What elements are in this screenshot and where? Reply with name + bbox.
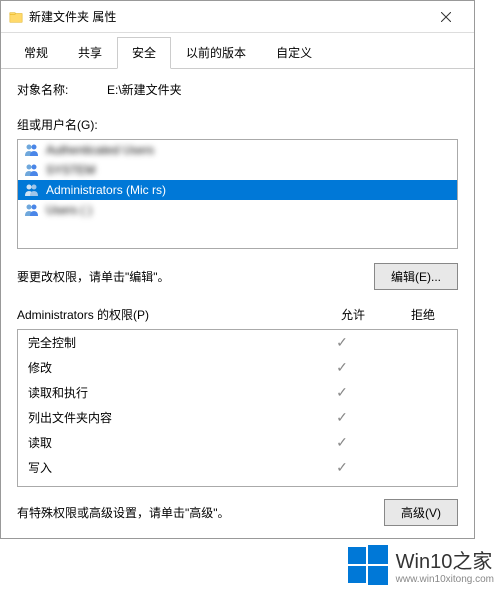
allow-check-icon: ✓ [307,359,377,376]
deny-column-header: 拒绝 [388,306,458,323]
permission-name: 读取 [28,434,307,451]
groups-listbox[interactable]: Authenticated Users SYSTEM Administrator… [17,139,458,249]
tab-security[interactable]: 安全 [117,37,171,69]
permission-row: 读取 ✓ [18,430,457,455]
advanced-hint: 有特殊权限或高级设置，请单击"高级"。 [17,504,230,521]
object-name-label: 对象名称: [17,81,107,98]
permission-row: 修改 ✓ [18,355,457,380]
window-title: 新建文件夹 属性 [29,8,426,25]
allow-check-icon: ✓ [307,384,377,401]
permissions-listbox[interactable]: 完全控制 ✓ 修改 ✓ 读取和执行 ✓ 列出文件夹内容 ✓ 读取 ✓ [17,329,458,487]
advanced-row: 有特殊权限或高级设置，请单击"高级"。 高级(V) [17,499,458,526]
tab-sharing[interactable]: 共享 [63,37,117,68]
allow-check-icon: ✓ [307,409,377,426]
object-name-value: E:\新建文件夹 [107,81,458,98]
permission-row: 完全控制 ✓ [18,330,457,355]
list-item[interactable]: Authenticated Users [18,140,457,160]
permission-row: 读取和执行 ✓ [18,380,457,405]
list-item-text: Users ( ) [46,203,92,217]
properties-dialog: 新建文件夹 属性 常规 共享 安全 以前的版本 自定义 对象名称: E:\新建文… [0,0,475,539]
list-item-text: Administrators (Mic rs) [46,183,166,197]
permission-name: 完全控制 [28,334,307,351]
titlebar: 新建文件夹 属性 [1,1,474,33]
permission-name: 读取和执行 [28,384,307,401]
permissions-header: Administrators 的权限(P) 允许 拒绝 [17,306,458,323]
windows-logo-icon [346,543,390,587]
list-item-text: SYSTEM [46,163,95,177]
permission-row: 列出文件夹内容 ✓ [18,405,457,430]
permission-row: 写入 ✓ [18,455,457,480]
watermark-url: www.win10xitong.com [396,574,494,585]
groups-label: 组或用户名(G): [17,116,458,133]
tab-content: 对象名称: E:\新建文件夹 组或用户名(G): Authenticated U… [1,69,474,538]
watermark-text: Win10之家 www.win10xitong.com [396,545,494,585]
users-icon [24,183,40,197]
tab-previous-versions[interactable]: 以前的版本 [171,37,261,68]
edit-hint: 要更改权限，请单击"编辑"。 [17,268,170,285]
watermark: Win10之家 www.win10xitong.com [346,543,494,587]
tab-strip: 常规 共享 安全 以前的版本 自定义 [1,33,474,69]
allow-column-header: 允许 [318,306,388,323]
tab-general[interactable]: 常规 [9,37,63,68]
list-item-text: Authenticated Users [46,143,154,157]
edit-button[interactable]: 编辑(E)... [374,263,458,290]
advanced-button[interactable]: 高级(V) [384,499,458,526]
permission-name: 写入 [28,459,307,476]
users-icon [24,203,40,217]
permission-name: 修改 [28,359,307,376]
list-item[interactable]: Users ( ) [18,200,457,220]
folder-icon [9,10,23,24]
tab-customize[interactable]: 自定义 [261,37,327,68]
close-button[interactable] [426,3,466,31]
list-item[interactable]: SYSTEM [18,160,457,180]
close-icon [441,12,451,22]
users-icon [24,143,40,157]
list-item[interactable]: Administrators (Mic rs) [18,180,457,200]
allow-check-icon: ✓ [307,459,377,476]
allow-check-icon: ✓ [307,334,377,351]
watermark-title: Win10之家 [396,545,494,574]
users-icon [24,163,40,177]
allow-check-icon: ✓ [307,434,377,451]
object-name-row: 对象名称: E:\新建文件夹 [17,81,458,98]
permissions-title: Administrators 的权限(P) [17,306,318,323]
edit-row: 要更改权限，请单击"编辑"。 编辑(E)... [17,263,458,290]
permission-name: 列出文件夹内容 [28,409,307,426]
